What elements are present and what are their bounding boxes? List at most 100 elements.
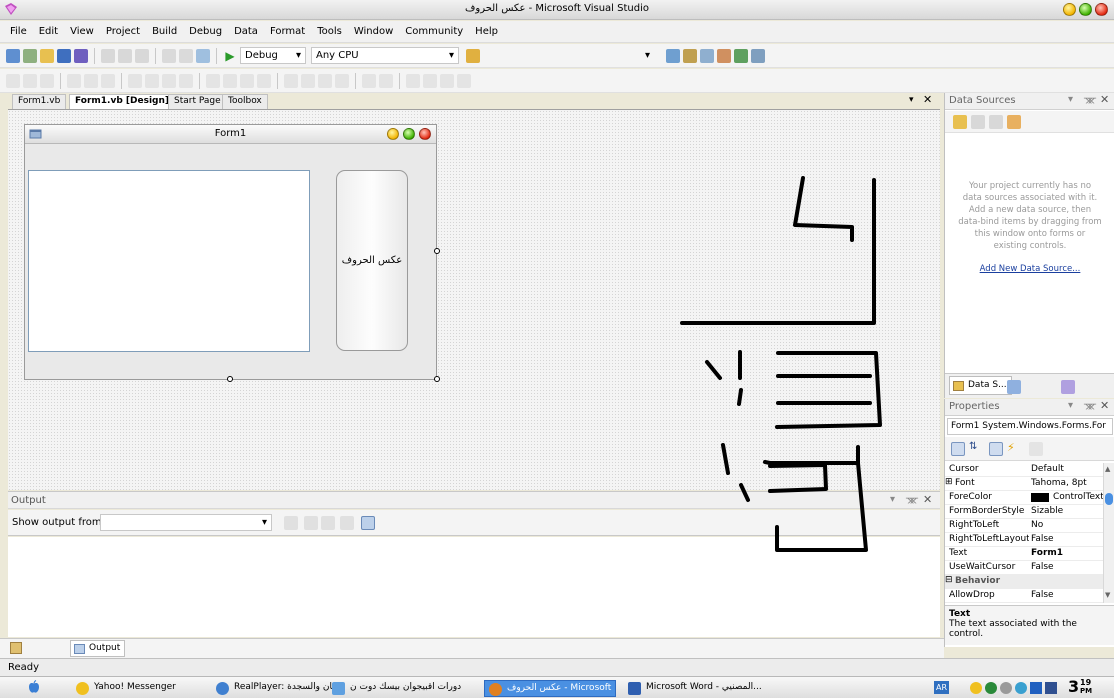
- property-row-font[interactable]: ⊞ Font Tahoma, 8pt: [945, 477, 1103, 491]
- menu-debug[interactable]: Debug: [183, 26, 228, 37]
- redo-icon[interactable]: [179, 48, 193, 63]
- taskbar-item-yahoo[interactable]: Yahoo! Messenger: [72, 680, 204, 697]
- properties-scrollbar[interactable]: ▲ ▼: [1103, 463, 1114, 603]
- toolbox-icon[interactable]: [717, 48, 731, 63]
- messenger-tray-icon[interactable]: [970, 682, 982, 694]
- find-combo[interactable]: ▾: [487, 47, 655, 64]
- solution-config-dropdown[interactable]: Debug ▾: [240, 47, 306, 64]
- find-in-files-icon[interactable]: [466, 48, 480, 63]
- center-horizontally-icon[interactable]: [362, 73, 376, 88]
- taskbar-item-word[interactable]: Microsoft Word - المصنيي...: [624, 680, 774, 697]
- tab-output[interactable]: Output: [70, 640, 126, 657]
- send-to-back-icon[interactable]: [423, 73, 437, 88]
- new-project-icon[interactable]: [6, 48, 20, 63]
- chevron-down-icon[interactable]: ▾: [1068, 400, 1073, 411]
- error-list-icon[interactable]: [10, 642, 22, 654]
- properties-view-icon[interactable]: [989, 442, 1003, 456]
- show-output-dropdown[interactable]: ▾: [100, 514, 272, 531]
- menu-data[interactable]: Data: [228, 26, 264, 37]
- menu-window[interactable]: Window: [348, 26, 399, 37]
- apple-menu-icon[interactable]: [26, 679, 42, 695]
- increase-vertical-spacing-icon[interactable]: [301, 73, 315, 88]
- save-icon[interactable]: [57, 48, 71, 63]
- expand-icon[interactable]: ⊞: [945, 477, 953, 487]
- save-all-icon[interactable]: [74, 48, 88, 63]
- toggle-word-wrap-icon[interactable]: [361, 516, 375, 530]
- clock-hour[interactable]: 3: [1068, 677, 1079, 696]
- vertical-spacing-icon[interactable]: [284, 73, 298, 88]
- resize-handle-right[interactable]: [434, 248, 440, 254]
- make-same-height-icon[interactable]: [145, 73, 159, 88]
- property-row-forecolor[interactable]: ForeColor ControlText: [945, 491, 1103, 505]
- close-button[interactable]: [1095, 3, 1108, 16]
- horizontal-spacing-icon[interactable]: [206, 73, 220, 88]
- menu-format[interactable]: Format: [264, 26, 311, 37]
- update-tray-icon[interactable]: [1015, 682, 1027, 694]
- solution-explorer-tab-icon[interactable]: [1007, 380, 1021, 394]
- menu-help[interactable]: Help: [469, 26, 504, 37]
- property-row-usewaitcursor[interactable]: UseWaitCursor False: [945, 561, 1103, 575]
- tab-form1-design[interactable]: Form1.vb [Design]: [69, 94, 175, 109]
- lock-controls-icon[interactable]: [457, 73, 471, 88]
- property-row-righttoleft[interactable]: RightToLeft No: [945, 519, 1103, 533]
- align-tops-icon[interactable]: [67, 73, 81, 88]
- copy-icon[interactable]: [118, 48, 132, 63]
- alphabetical-icon[interactable]: ⇅: [969, 441, 977, 452]
- remove-horizontal-spacing-icon[interactable]: [257, 73, 271, 88]
- find-message-icon[interactable]: [284, 516, 298, 530]
- decrease-vertical-spacing-icon[interactable]: [318, 73, 332, 88]
- make-same-width-icon[interactable]: [128, 73, 142, 88]
- pin-icon[interactable]: ᚘ: [1084, 93, 1096, 104]
- add-new-data-source-link[interactable]: Add New Data Source...: [951, 264, 1109, 274]
- tab-start-page[interactable]: Start Page: [168, 94, 227, 109]
- start-page-icon[interactable]: [734, 48, 748, 63]
- refresh-icon[interactable]: [1007, 115, 1021, 129]
- solution-explorer-icon[interactable]: [666, 48, 680, 63]
- tab-form1-vb[interactable]: Form1.vb: [12, 94, 67, 109]
- textbox[interactable]: [28, 170, 310, 352]
- network-tray-icon[interactable]: [985, 682, 997, 694]
- scroll-up-icon[interactable]: ▲: [1105, 465, 1110, 473]
- chevron-down-icon[interactable]: ▾: [909, 95, 914, 105]
- antivirus-tray-icon[interactable]: [1000, 682, 1012, 694]
- categorized-icon[interactable]: [951, 442, 965, 456]
- tab-toolbox[interactable]: Toolbox: [222, 94, 268, 109]
- align-bottoms-icon[interactable]: [101, 73, 115, 88]
- volume-tray-icon[interactable]: [1045, 682, 1057, 694]
- properties-window-icon[interactable]: [683, 48, 697, 63]
- property-pages-icon[interactable]: [1029, 442, 1043, 456]
- menu-tools[interactable]: Tools: [311, 26, 348, 37]
- property-category-behavior[interactable]: ⊟ Behavior: [945, 575, 1103, 589]
- collapse-icon[interactable]: ⊟: [945, 575, 953, 585]
- remove-vertical-spacing-icon[interactable]: [335, 73, 349, 88]
- menu-build[interactable]: Build: [146, 26, 183, 37]
- taskbar-item-browser[interactable]: دورات اقبيجوان بيسك دوت ن...: [328, 680, 462, 697]
- tab-data-sources[interactable]: Data S...: [949, 376, 1012, 395]
- cut-icon[interactable]: [101, 48, 115, 63]
- bring-to-front-icon[interactable]: [406, 73, 420, 88]
- menu-file[interactable]: File: [4, 26, 33, 37]
- taskbar-item-realplayer[interactable]: RealPlayer: قصان والسجدة: [212, 680, 336, 697]
- decrease-horizontal-spacing-icon[interactable]: [240, 73, 254, 88]
- align-middles-icon[interactable]: [84, 73, 98, 88]
- menu-edit[interactable]: Edit: [33, 26, 64, 37]
- output-text-area[interactable]: [8, 537, 940, 637]
- scroll-down-icon[interactable]: ▼: [1105, 591, 1110, 599]
- resize-handle-corner[interactable]: [434, 376, 440, 382]
- chevron-down-icon[interactable]: ▾: [890, 494, 895, 505]
- pin-icon[interactable]: ᚘ: [1084, 399, 1096, 410]
- previous-message-icon[interactable]: [304, 516, 318, 530]
- property-row-text[interactable]: Text Form1: [945, 547, 1103, 561]
- close-document-icon[interactable]: ✕: [923, 93, 932, 106]
- solution-platform-dropdown[interactable]: Any CPU ▾: [311, 47, 459, 64]
- property-row-formborderstyle[interactable]: FormBorderStyle Sizable: [945, 505, 1103, 519]
- align-centers-icon[interactable]: [23, 73, 37, 88]
- tab-order-icon[interactable]: [440, 73, 454, 88]
- edit-dataset-icon[interactable]: [971, 115, 985, 129]
- events-icon[interactable]: ⚡: [1007, 441, 1015, 454]
- chevron-down-icon[interactable]: ▾: [1068, 94, 1073, 105]
- add-item-icon[interactable]: [23, 48, 37, 63]
- center-vertically-icon[interactable]: [379, 73, 393, 88]
- property-row-cursor[interactable]: Cursor Default: [945, 463, 1103, 477]
- next-message-icon[interactable]: [321, 516, 335, 530]
